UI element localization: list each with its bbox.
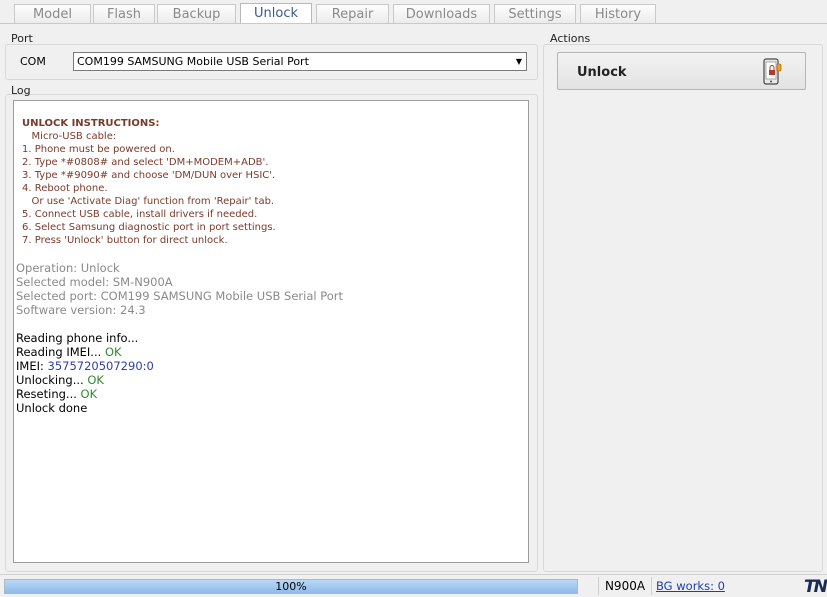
- instruction-line: 6. Select Samsung diagnostic port in por…: [22, 222, 276, 233]
- log-info-line: Operation: Unlock: [16, 261, 120, 275]
- phone-unlock-icon-svg: [763, 58, 782, 85]
- actions-group-label: Actions: [550, 32, 591, 45]
- log-reseting: Reseting... OK: [16, 387, 343, 401]
- log-info-line: Selected port: COM199 SAMSUNG Mobile USB…: [16, 289, 344, 303]
- status-model: N900A: [598, 577, 652, 595]
- instruction-line: 2. Type *#0808# and select 'DM+MODEM+ADB…: [22, 157, 269, 168]
- actions-group: [543, 44, 823, 572]
- instructions-title: UNLOCK INSTRUCTIONS:: [22, 118, 160, 129]
- tab-unlock[interactable]: Unlock: [240, 3, 312, 24]
- port-group-label: Port: [11, 32, 33, 45]
- log-lines: Operation: Unlock Selected model: SM-N90…: [16, 261, 343, 415]
- port-select[interactable]: COM199 SAMSUNG Mobile USB Serial Port ▼: [73, 52, 527, 71]
- instruction-line: Micro-USB cable:: [22, 131, 117, 142]
- tab-flash[interactable]: Flash: [93, 4, 155, 23]
- tab-settings[interactable]: Settings: [494, 4, 576, 23]
- log-reseting-text: Reseting...: [16, 387, 81, 401]
- unlock-instructions: UNLOCK INSTRUCTIONS: Micro-USB cable: 1.…: [22, 117, 276, 247]
- log-done: Unlock done: [16, 401, 88, 415]
- unlock-button-label: Unlock: [577, 65, 627, 80]
- com-label: COM: [20, 55, 46, 68]
- log-info-line: Selected model: SM-N900A: [16, 275, 173, 289]
- phone-unlock-icon: [761, 58, 783, 86]
- log-imei-value: 3575720507290:0: [47, 359, 154, 373]
- instruction-line: 3. Type *#9090# and choose 'DM/DUN over …: [22, 170, 276, 181]
- instruction-line: 7. Press 'Unlock' button for direct unlo…: [22, 235, 228, 246]
- log-reading-info: Reading phone info...: [16, 331, 139, 345]
- tab-repair[interactable]: Repair: [316, 4, 389, 23]
- tab-model[interactable]: Model: [14, 4, 91, 23]
- tab-downloads[interactable]: Downloads: [393, 4, 490, 23]
- log-unlocking-text: Unlocking...: [16, 373, 88, 387]
- tab-backup[interactable]: Backup: [157, 4, 236, 23]
- instruction-line: 1. Phone must be powered on.: [22, 144, 175, 155]
- log-imei-label: IMEI:: [16, 359, 48, 373]
- port-selected-value: COM199 SAMSUNG Mobile USB Serial Port: [77, 55, 309, 68]
- log-info-line: Software version: 24.3: [16, 303, 146, 317]
- tab-history[interactable]: History: [580, 4, 656, 23]
- tab-divider: [0, 23, 827, 24]
- log-imei: IMEI: 3575720507290:0: [16, 359, 343, 373]
- instruction-line: 5. Connect USB cable, install drivers if…: [22, 209, 258, 220]
- chevron-down-icon[interactable]: ▼: [516, 53, 522, 70]
- log-ok: OK: [104, 345, 122, 359]
- instruction-line: Or use 'Activate Diag' function from 'Re…: [22, 196, 275, 207]
- tab-bar: Model Flash Backup Unlock Repair Downloa…: [0, 0, 827, 26]
- log-ok: OK: [87, 373, 104, 387]
- bg-works-link[interactable]: BG works: 0: [656, 579, 725, 593]
- log-reading-imei-text: Reading IMEI...: [16, 345, 105, 359]
- log-group-label: Log: [11, 84, 31, 97]
- log-output[interactable]: UNLOCK INSTRUCTIONS: Micro-USB cable: 1.…: [13, 100, 529, 563]
- app-logo: TN: [804, 577, 827, 597]
- log-reading-imei: Reading IMEI... OK: [16, 345, 343, 359]
- log-unlocking: Unlocking... OK: [16, 373, 343, 387]
- progress-text: 100%: [275, 580, 307, 593]
- instruction-line: 4. Reboot phone.: [22, 183, 108, 194]
- progress-bar: 100%: [4, 579, 578, 594]
- unlock-button[interactable]: Unlock: [557, 52, 806, 90]
- log-spacer: [16, 317, 343, 331]
- log-ok: OK: [80, 387, 98, 401]
- status-bar: 100% N900A BG works: 0 TN: [0, 574, 827, 597]
